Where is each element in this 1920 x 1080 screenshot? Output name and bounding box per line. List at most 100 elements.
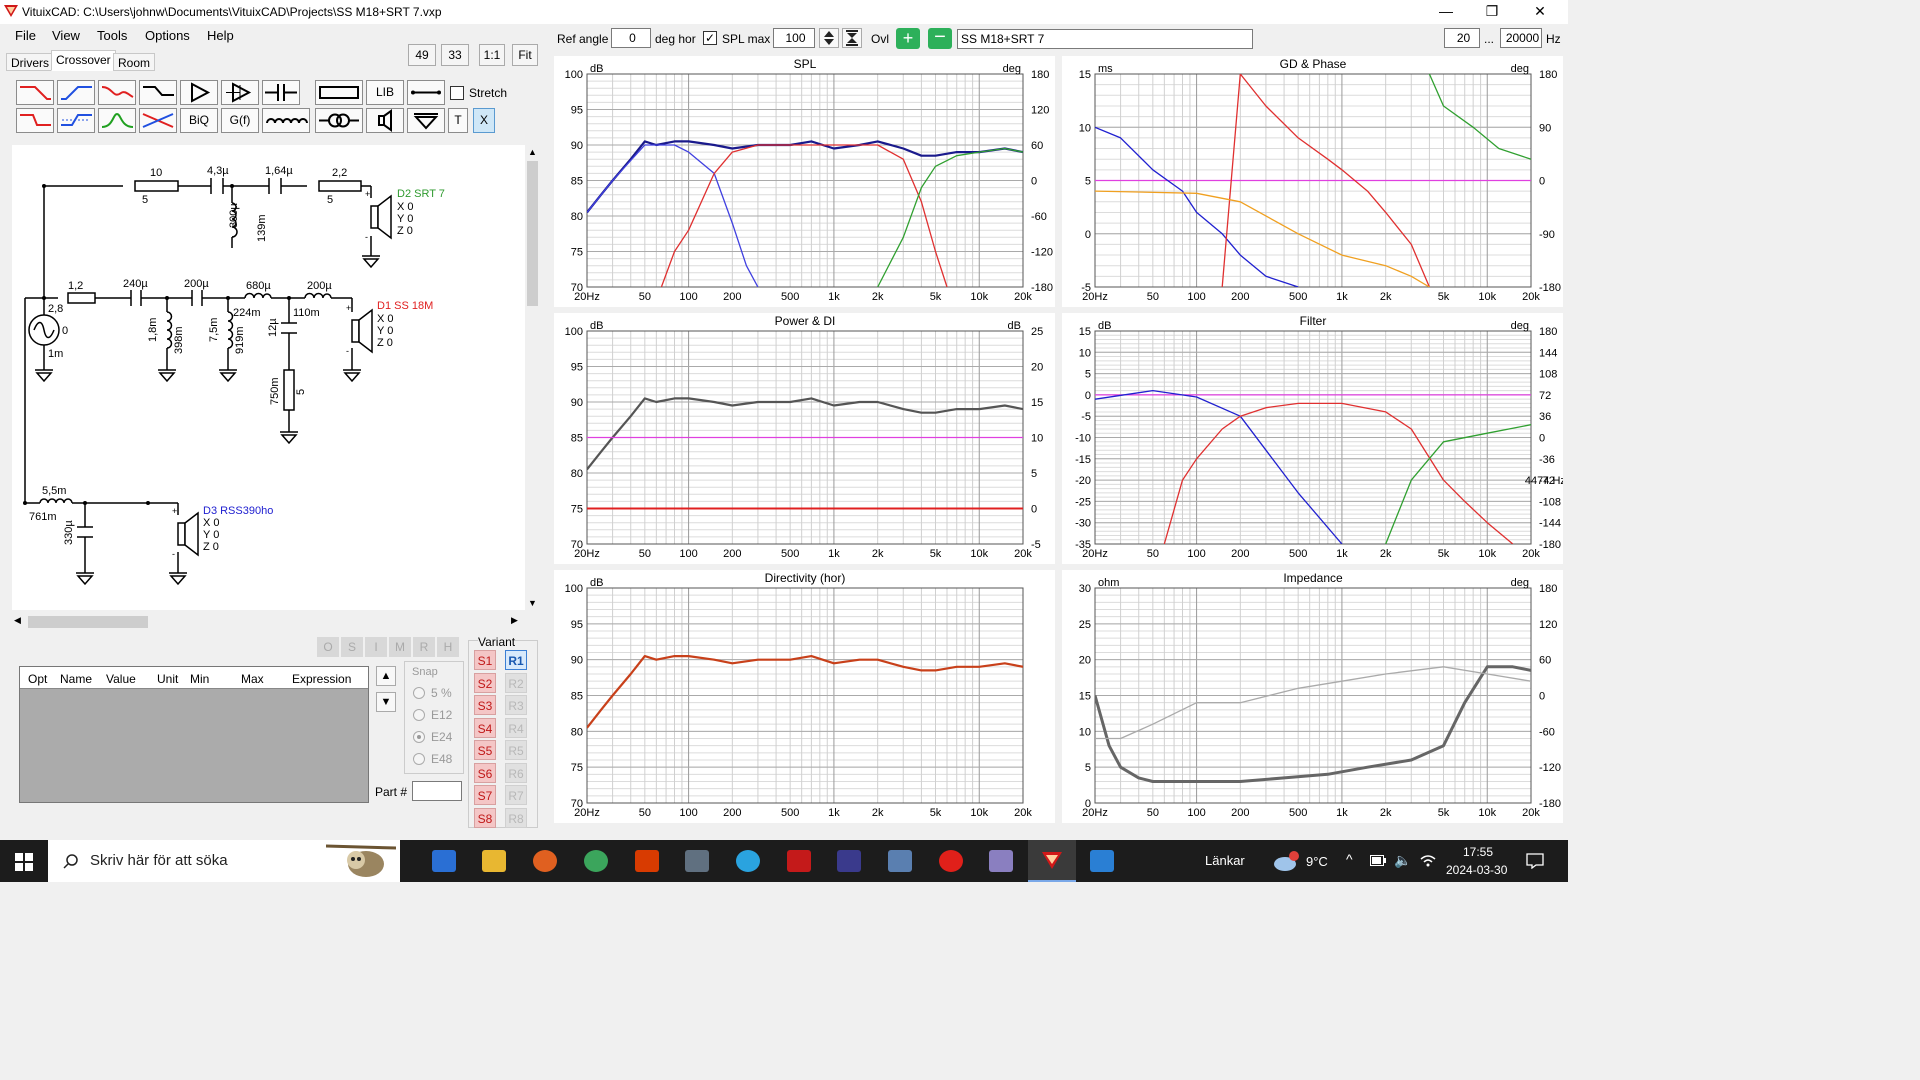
variant-r7-button[interactable]: R7 [505,785,527,805]
col-min[interactable]: Min [190,672,209,686]
menu-options[interactable]: Options [145,28,190,43]
spl-max-input[interactable]: 100 [773,28,815,48]
inductor-button[interactable] [262,108,310,133]
tab-crossover[interactable]: Crossover [51,50,116,71]
windows-start-icon[interactable] [15,853,33,871]
buffer-button[interactable] [180,80,218,105]
parts-table[interactable]: Opt Name Value Unit Min Max Expression [19,666,369,803]
move-up-icon[interactable]: ▲ [376,666,396,686]
ref-angle-input[interactable]: 0 [611,28,651,48]
spl-auto-icon[interactable] [842,28,862,48]
remove-overlay-icon[interactable]: − [928,27,952,49]
opt-h-button[interactable]: H [437,637,459,657]
vscroll-thumb[interactable] [527,161,538,306]
col-expression[interactable]: Expression [292,672,351,686]
opt-m-button[interactable]: M [389,637,411,657]
col-name[interactable]: Name [60,672,92,686]
power-di-chart[interactable]: 70 75 80 85 90 95 100 -5 0 5 10 15 20 25 20Hz 50 100 200 5… [554,313,1055,564]
variant-s6-button[interactable]: S6 [474,762,496,783]
variant-s7-button[interactable]: S7 [474,785,496,805]
biquad-button[interactable]: BiQ [180,108,218,133]
menu-file[interactable]: File [15,28,36,43]
opt-r-button[interactable]: R [413,637,435,657]
move-down-icon[interactable]: ▼ [376,692,396,712]
stretch-checkbox[interactable] [450,86,464,100]
volume-icon[interactable]: 🔈 [1394,852,1411,869]
driver-button[interactable] [366,108,404,133]
col-opt[interactable]: Opt [28,672,47,686]
maximize-icon[interactable]: ❐ [1482,3,1502,20]
variant-s3-button[interactable]: S3 [474,695,496,715]
zoom-49-button[interactable]: 49 [408,44,436,66]
crossover-filter-button[interactable] [139,108,177,133]
highpass-filter-button[interactable] [57,80,95,105]
ground-button[interactable] [407,108,445,133]
mail-icon[interactable] [432,850,456,872]
variant-r6-button[interactable]: R6 [505,762,527,783]
library-button[interactable]: LIB [366,80,404,105]
variant-r3-button[interactable]: R3 [505,695,527,715]
capacitor-button[interactable] [262,80,300,105]
zoom-fit-button[interactable]: Fit [512,44,538,66]
snap-e12-radio[interactable] [413,709,425,721]
variant-s4-button[interactable]: S4 [474,717,496,738]
acrobat-icon[interactable] [787,850,811,872]
schematic-vscroll[interactable]: ▲ ▼ [525,145,540,610]
crossover-schematic[interactable]: 10 5 4,3µ 1,64µ 2,2 5 300µ 139m 1,2 2,8 … [12,145,525,610]
zoom-33-button[interactable]: 33 [441,44,469,66]
impedance-chart[interactable]: 0 5 10 15 20 25 30 -180 -120 -60 0 60 120 180 20Hz 50 10… [1062,570,1563,823]
file-explorer-icon[interactable] [482,850,506,872]
delete-button[interactable]: X [473,108,495,133]
part-number-input[interactable] [412,781,462,801]
wifi-icon[interactable] [1420,853,1436,869]
freq-min-input[interactable]: 20 [1444,28,1480,48]
snap-e48-radio[interactable] [413,753,425,765]
notification-icon[interactable] [1526,853,1544,869]
variant-s2-button[interactable]: S2 [474,672,496,693]
paint-icon[interactable] [989,850,1013,872]
calculator-icon[interactable] [685,850,709,872]
variant-r8-button[interactable]: R8 [505,807,527,828]
menu-help[interactable]: Help [207,28,234,43]
text-button[interactable]: T [448,108,468,133]
variant-s8-button[interactable]: S8 [474,807,496,828]
col-unit[interactable]: Unit [157,672,178,686]
menu-tools[interactable]: Tools [97,28,127,43]
menu-view[interactable]: View [52,28,80,43]
opera-icon[interactable] [939,850,963,872]
search-box[interactable]: Skriv här för att söka [48,840,400,882]
notch-filter-button[interactable] [98,80,136,105]
directivity-chart[interactable]: 70 75 80 85 90 95 100 20Hz 50 100 200 500 1k 2k 5k 10k 2… [554,570,1055,823]
shelf-filter-button[interactable] [139,80,177,105]
project-name-field[interactable]: SS M18+SRT 7 [957,29,1253,49]
remote-desktop-icon[interactable] [888,850,912,872]
close-icon[interactable]: ✕ [1530,3,1550,20]
snap-e24-radio[interactable] [413,731,425,743]
col-value[interactable]: Value [106,672,136,686]
office-icon[interactable] [635,850,659,872]
transfer-function-button[interactable]: G(f) [221,108,259,133]
variant-s1-button[interactable]: S1 [474,650,496,670]
tab-room[interactable]: Room [113,53,156,71]
firefox-icon[interactable] [533,850,557,872]
spl-updown-icon[interactable] [819,28,839,48]
zoom-1-1-button[interactable]: 1:1 [479,44,505,66]
battery-icon[interactable] [1370,855,1386,866]
col-max[interactable]: Max [241,672,264,686]
freq-max-input[interactable]: 20000 [1500,28,1542,48]
gd-phase-chart[interactable]: -5 0 5 10 15 -180 -90 0 90 180 20Hz 50 100 200 500 1k 2k… [1062,56,1563,307]
opt-o-button[interactable]: O [317,637,339,657]
filter-chart[interactable]: -35 -30 -25 -20 -15 -10 -5 0 5 10 15 -180 -144 -108 -7… [1062,313,1597,564]
opt-i-button[interactable]: I [365,637,387,657]
opt-s-button[interactable]: S [341,637,363,657]
opamp-button[interactable] [221,80,259,105]
variant-r4-button[interactable]: R4 [505,717,527,738]
links-label[interactable]: Länkar [1205,853,1245,868]
variant-s5-button[interactable]: S5 [474,740,496,760]
add-overlay-icon[interactable]: + [896,28,920,49]
resistor-button[interactable] [315,80,363,105]
lowpass-filter-button[interactable] [16,80,54,105]
photos-icon[interactable] [1090,850,1114,872]
telegram-icon[interactable] [736,850,760,872]
variant-r2-button[interactable]: R2 [505,672,527,693]
